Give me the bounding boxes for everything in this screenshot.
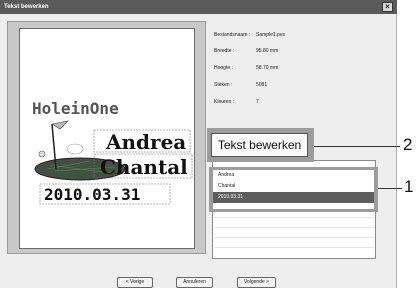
callout-1: 1: [404, 177, 414, 196]
text-list-highlight: Andrea Chantal 2010.03.31: [209, 167, 378, 212]
embroidery-preview: HoleinOne Andrea Chantal 2010.03.31: [19, 28, 195, 249]
title-bar: Tekst bewerken ×: [0, 0, 397, 14]
info-label: Kleuren :: [214, 99, 235, 105]
window-title: Tekst bewerken: [4, 4, 49, 10]
info-label: Hoogte :: [214, 65, 233, 71]
info-value: 5081: [256, 82, 268, 88]
info-value: 58.70 mm: [256, 65, 279, 71]
back-button[interactable]: < Vorige: [117, 277, 153, 288]
callout-1-line: [378, 188, 402, 189]
callout-2-line: [314, 146, 400, 147]
edit-text-window: Tekst bewerken × HoleinOne Andrea Chanta…: [0, 0, 397, 288]
preview-line-2: Chantal: [100, 155, 188, 179]
list-item-selected[interactable]: 2010.03.31: [213, 192, 374, 203]
callout-2: 2: [403, 135, 413, 154]
edit-button-highlight: Tekst bewerken: [207, 128, 314, 162]
preview-line-1: Andrea: [105, 130, 186, 154]
embroidery-design: HoleinOne Andrea Chantal 2010.03.31: [32, 99, 193, 205]
info-label: Breedte :: [214, 48, 235, 54]
cancel-button[interactable]: Annuleren: [176, 277, 213, 288]
preview-panel: HoleinOne Andrea Chantal 2010.03.31: [7, 21, 206, 254]
text-list[interactable]: Andrea Chantal 2010.03.31: [213, 170, 374, 209]
info-value: 95.80 mm: [256, 48, 279, 54]
preview-line-3: 2010.03.31: [44, 185, 140, 204]
list-item[interactable]: Andrea: [213, 170, 374, 181]
info-value: 7: [256, 99, 259, 105]
info-label: Bestandsnaam :: [214, 32, 251, 38]
close-button[interactable]: ×: [382, 2, 393, 12]
list-item[interactable]: Chantal: [213, 181, 374, 192]
info-label: Steken :: [214, 82, 233, 88]
logo-text: HoleinOne: [32, 99, 119, 118]
next-button[interactable]: Volgende >: [237, 277, 276, 288]
edit-text-button[interactable]: Tekst bewerken: [211, 133, 308, 157]
info-value: Sample1.pes: [256, 32, 286, 38]
